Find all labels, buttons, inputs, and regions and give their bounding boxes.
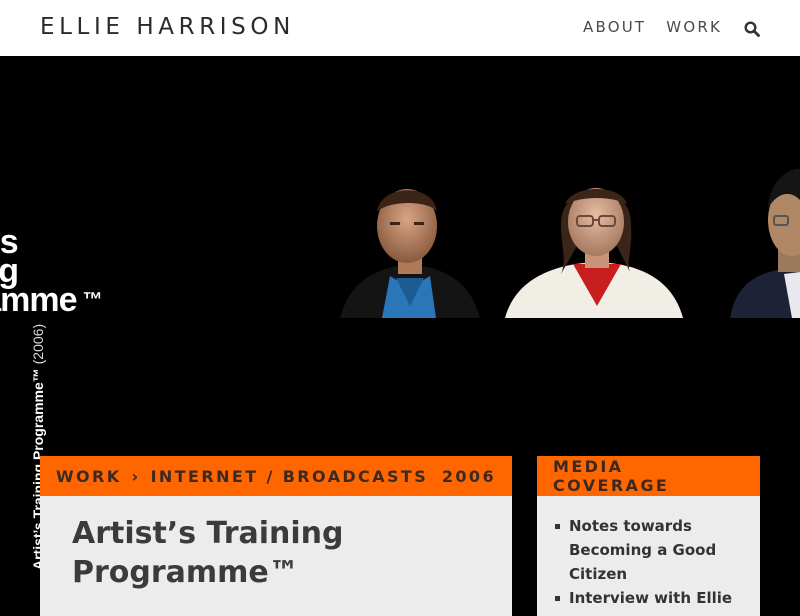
portrait-image <box>330 156 490 318</box>
portrait-image <box>505 156 685 318</box>
nav-about-link[interactable]: ABOUT <box>583 18 646 36</box>
page-title: Artist’s Training Programme™ <box>72 516 344 590</box>
site-header: ELLIE HARRISON ABOUT WORK <box>0 0 800 56</box>
project-year: 2006 <box>441 466 496 486</box>
site-title[interactable]: ELLIE HARRISON <box>40 14 295 40</box>
media-coverage-heading: MEDIA COVERAGE <box>537 456 760 496</box>
breadcrumb-category-link[interactable]: INTERNET / BROADCASTS <box>151 467 429 486</box>
nav-work-link[interactable]: WORK <box>666 18 722 36</box>
media-coverage-link[interactable]: Notes towards Becoming a Good Citizen <box>555 514 742 586</box>
portrait-image <box>730 156 800 318</box>
media-coverage-panel: MEDIA COVERAGE Notes towards Becoming a … <box>537 456 760 616</box>
breadcrumb-work-link[interactable]: WORK <box>56 467 122 486</box>
media-coverage-list: Notes towards Becoming a Good Citizen In… <box>537 496 760 610</box>
search-icon[interactable] <box>744 21 760 37</box>
hero-logo-text: rt’s ing ramme™ <box>0 225 103 319</box>
chevron-right-icon: › <box>131 466 141 486</box>
main-nav: ABOUT WORK <box>563 18 760 37</box>
vertical-caption-year: (2006) <box>30 323 46 365</box>
project-panel: WORK › INTERNET / BROADCASTS 2006 Artist… <box>40 456 512 616</box>
breadcrumb: WORK › INTERNET / BROADCASTS 2006 <box>40 456 512 496</box>
media-coverage-link[interactable]: Interview with Ellie <box>555 586 742 610</box>
hero-logo-line: ramme™ <box>0 281 103 319</box>
